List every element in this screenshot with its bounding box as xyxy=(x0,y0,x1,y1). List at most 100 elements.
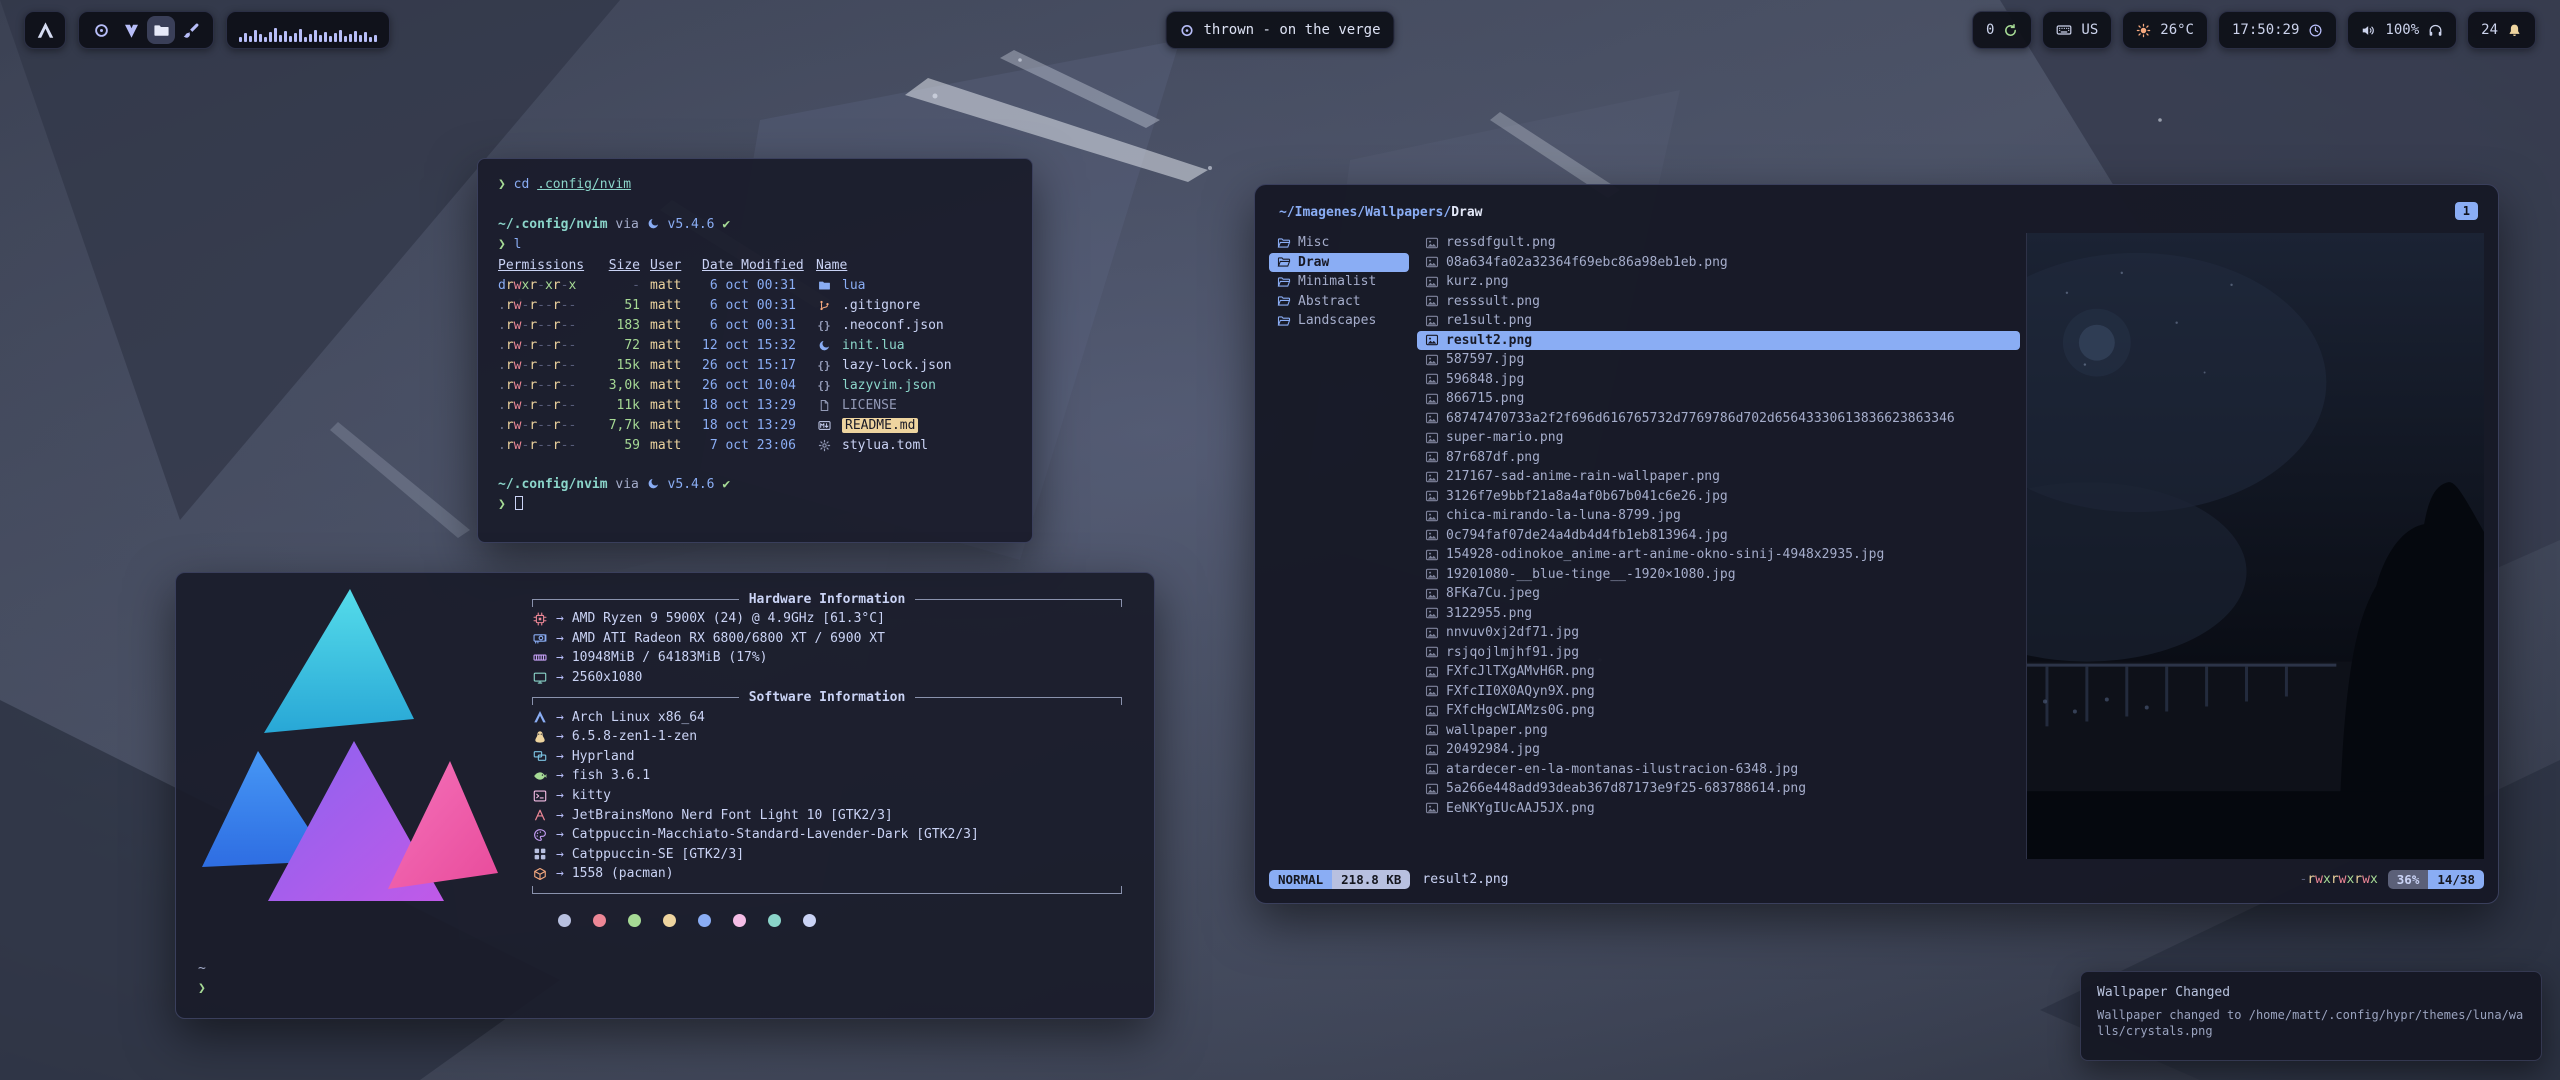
tab-badge[interactable]: 1 xyxy=(2455,202,2478,220)
fetch-info-line: →JetBrainsMono Nerd Font Light 10 [GTK2/… xyxy=(532,805,1122,825)
volume-widget[interactable]: 100% xyxy=(2347,11,2457,49)
arrow-icon: → xyxy=(556,749,564,764)
terminal-blank-line xyxy=(498,455,1012,475)
speaker-icon xyxy=(2361,23,2376,38)
file-item[interactable]: kurz.png xyxy=(1417,272,2020,292)
file-pane: ressdfgult.png08a634fa02a32364f69ebc86a9… xyxy=(1417,233,2020,859)
fetch-info-line: →AMD ATI Radeon RX 6800/6800 XT / 6900 X… xyxy=(532,629,1122,649)
image-icon xyxy=(1425,333,1439,347)
media-title: thrown - on the verge xyxy=(1203,22,1380,38)
updates-widget[interactable]: 0 xyxy=(1972,11,2032,49)
mode-badge: NORMAL xyxy=(1269,870,1332,889)
file-item[interactable]: wallpaper.png xyxy=(1417,721,2020,741)
file-item[interactable]: 5a266e448add93deab367d87173e9f25-6837886… xyxy=(1417,779,2020,799)
file-item[interactable]: FXfcII0X0AQyn9X.png xyxy=(1417,682,2020,702)
folder-item-draw[interactable]: Draw xyxy=(1269,253,1409,273)
fetch-info-line: →6.5.8-zen1-1-zen xyxy=(532,727,1122,747)
file-item[interactable]: FXfcJlTXgAMvH6R.png xyxy=(1417,662,2020,682)
file-item[interactable]: 154928-odinokoe_anime-art-anime-okno-sin… xyxy=(1417,545,2020,565)
folder-item-abstract[interactable]: Abstract xyxy=(1269,292,1409,312)
file-item[interactable]: ressdfgult.png xyxy=(1417,233,2020,253)
terminal-input-line[interactable]: ❯ xyxy=(498,495,1012,515)
file-item[interactable]: 87r687df.png xyxy=(1417,448,2020,468)
clock-widget[interactable]: 17:50:29 xyxy=(2218,11,2337,49)
terminal-file-row: .rw-r--r--51matt 6 oct 00:31.gitignore xyxy=(498,295,1012,315)
arrow-icon: → xyxy=(556,670,564,685)
file-item[interactable]: 08a634fa02a32364f69ebc86a98eb1eb.png xyxy=(1417,253,2020,273)
status-file-name: result2.png xyxy=(1422,872,1508,887)
folder-open-icon xyxy=(1277,275,1291,289)
folder-icon xyxy=(816,279,832,292)
file-item[interactable]: 3126f7e9bbf21a8a4af0b67b041c6e26.jpg xyxy=(1417,487,2020,507)
moon-icon xyxy=(647,217,660,230)
viz-bar xyxy=(274,28,277,42)
terminal-window-fetch[interactable]: Hardware Information →AMD Ryzen 9 5900X … xyxy=(175,572,1155,1019)
terminal-file-row: .rw-r--r--183matt 6 oct 00:31{}.neoconf.… xyxy=(498,315,1012,335)
launcher-button[interactable] xyxy=(24,11,66,49)
workspace-button-3[interactable] xyxy=(147,16,175,44)
file-item[interactable]: re1sult.png xyxy=(1417,311,2020,331)
file-item[interactable]: 217167-sad-anime-rain-wallpaper.png xyxy=(1417,467,2020,487)
workspace-button-1[interactable] xyxy=(87,16,115,44)
palette-dot xyxy=(628,914,641,927)
file-item[interactable]: result2.png xyxy=(1417,331,2020,351)
terminal-window-nvim[interactable]: ❯ cd .config/nvim ~/.config/nvim via v5.… xyxy=(477,158,1033,543)
weather-widget[interactable]: 26°C xyxy=(2122,11,2208,49)
file-item[interactable]: rsjqojlmjhf91.jpg xyxy=(1417,643,2020,663)
notification-popup[interactable]: Wallpaper Changed Wallpaper changed to /… xyxy=(2080,971,2542,1061)
image-icon xyxy=(1425,587,1439,601)
braces-icon: {} xyxy=(816,379,832,392)
folder-open-icon xyxy=(1277,255,1291,269)
software-info-list: →Arch Linux x86_64→6.5.8-zen1-1-zen→Hypr… xyxy=(532,707,1122,883)
file-item[interactable]: super-mario.png xyxy=(1417,428,2020,448)
volume-level: 100% xyxy=(2385,22,2419,38)
viz-bar xyxy=(264,37,267,42)
file-item[interactable]: atardecer-en-la-montanas-ilustracion-634… xyxy=(1417,760,2020,780)
file-item[interactable]: 68747470733a2f2f696d616765732d7769786d70… xyxy=(1417,409,2020,429)
file-item[interactable]: nnvuv0xj2df71.jpg xyxy=(1417,623,2020,643)
file-item[interactable]: 596848.jpg xyxy=(1417,370,2020,390)
folder-item-minimalist[interactable]: Minimalist xyxy=(1269,272,1409,292)
window-icon xyxy=(532,749,548,763)
viz-bar xyxy=(354,31,357,42)
file-item[interactable]: EeNKYgIUcAAJ5JX.png xyxy=(1417,799,2020,819)
file-item[interactable]: 0c794faf07de24a4db4d4fb1eb813964.jpg xyxy=(1417,526,2020,546)
file-item[interactable]: 866715.png xyxy=(1417,389,2020,409)
fetch-info-line: →Hyprland xyxy=(532,747,1122,767)
file-item[interactable]: resssult.png xyxy=(1417,292,2020,312)
file-item[interactable]: chica-mirando-la-luna-8799.jpg xyxy=(1417,506,2020,526)
image-icon xyxy=(1425,255,1439,269)
file-item[interactable]: FXfcHgcWIAMzs0G.png xyxy=(1417,701,2020,721)
file-item[interactable]: 587597.jpg xyxy=(1417,350,2020,370)
workspace-button-4[interactable] xyxy=(177,16,205,44)
display-icon xyxy=(532,671,548,685)
viz-bar xyxy=(299,29,302,42)
terminal-file-row: .rw-r--r--7,7kmatt18 oct 13:29README.md xyxy=(498,415,1012,435)
breadcrumb-current: Draw xyxy=(1451,205,1482,220)
viz-bar xyxy=(244,33,247,42)
keyboard-layout-widget[interactable]: US xyxy=(2042,11,2112,49)
status-bar-fm: NORMAL 218.8 KB result2.png -rwxrwxrwx 3… xyxy=(1269,867,2484,891)
notifications-widget[interactable]: 24 xyxy=(2467,11,2536,49)
terminal-cursor xyxy=(515,496,523,510)
clock-icon xyxy=(2308,23,2323,38)
arrow-icon: → xyxy=(556,729,564,744)
file-item[interactable]: 19201080-__blue-tinge__-1920×1080.jpg xyxy=(1417,565,2020,585)
fetch-prompt[interactable]: ~ ❯ xyxy=(198,959,206,999)
folder-item-misc[interactable]: Misc xyxy=(1269,233,1409,253)
viz-bar xyxy=(239,37,242,42)
image-icon xyxy=(1425,704,1439,718)
image-icon xyxy=(1425,782,1439,796)
fish-icon xyxy=(532,769,548,783)
file-manager-window[interactable]: ~/Imagenes/Wallpapers/Draw 1 MiscDrawMin… xyxy=(1254,184,2499,904)
terminal-command-line: ❯ l xyxy=(498,235,1012,255)
folder-item-landscapes[interactable]: Landscapes xyxy=(1269,311,1409,331)
file-item[interactable]: 20492984.jpg xyxy=(1417,740,2020,760)
hardware-section-header: Hardware Information xyxy=(532,589,1122,609)
keyboard-layout: US xyxy=(2081,22,2098,38)
media-player-widget[interactable]: thrown - on the verge xyxy=(1165,11,1394,49)
workspace-button-2[interactable] xyxy=(117,16,145,44)
file-item[interactable]: 3122955.png xyxy=(1417,604,2020,624)
notification-count: 24 xyxy=(2481,22,2498,38)
file-item[interactable]: 8FKa7Cu.jpeg xyxy=(1417,584,2020,604)
